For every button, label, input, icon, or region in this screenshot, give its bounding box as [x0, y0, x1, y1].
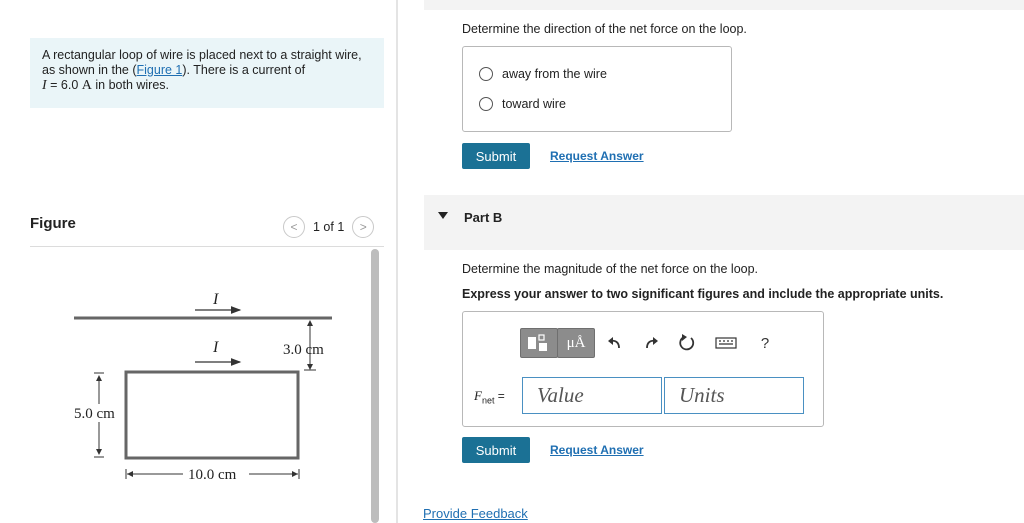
option-away-label: away from the wire: [502, 67, 607, 81]
part-a-question: Determine the direction of the net force…: [462, 22, 747, 36]
figure-pager: < 1 of 1 >: [283, 216, 375, 238]
fnet-subscript: net: [481, 395, 495, 406]
part-b-header[interactable]: [424, 195, 1024, 250]
figure-divider: [30, 246, 384, 247]
loop-wire-figure: I I 3.0 cm 5.0 cm 10.0 cm: [72, 291, 332, 483]
radio-toward[interactable]: [479, 97, 493, 111]
caret-down-icon[interactable]: [438, 212, 448, 219]
height-dimension-label: 5.0 cm: [74, 406, 115, 422]
problem-text-3: in both wires.: [91, 78, 170, 92]
fnet-symbol: F: [474, 388, 482, 403]
problem-statement: A rectangular loop of wire is placed nex…: [30, 38, 384, 108]
part-a-options: away from the wire toward wire: [462, 46, 732, 132]
provide-feedback-link[interactable]: Provide Feedback: [423, 506, 528, 521]
part-a-header-band: [424, 0, 1024, 10]
keyboard-button[interactable]: [705, 328, 747, 358]
equation-toolbar: μÅ ?: [520, 328, 783, 358]
part-a-submit-button[interactable]: Submit: [462, 143, 530, 169]
redo-icon: [646, 337, 658, 349]
next-figure-button[interactable]: >: [352, 216, 375, 238]
fnet-equals: =: [494, 389, 505, 403]
keyboard-icon: [715, 337, 737, 349]
option-toward[interactable]: toward wire: [479, 97, 566, 111]
current-unit: A: [81, 78, 92, 93]
reset-button[interactable]: [669, 328, 705, 358]
figure-title: Figure: [30, 215, 76, 232]
gap-dimension-label: 3.0 cm: [283, 342, 324, 358]
value-input[interactable]: Value: [522, 377, 662, 414]
current-label-top: I: [212, 291, 219, 308]
units-button[interactable]: μÅ: [557, 328, 595, 358]
undo-icon: [608, 337, 620, 349]
current-label-loop: I: [212, 339, 219, 356]
reset-icon: [679, 334, 695, 351]
chevron-left-icon: <: [290, 220, 298, 234]
templates-button[interactable]: [520, 328, 558, 358]
part-b-request-answer-link[interactable]: Request Answer: [550, 443, 644, 457]
part-b-question: Determine the magnitude of the net force…: [462, 262, 759, 276]
option-toward-label: toward wire: [502, 97, 566, 111]
figure-link[interactable]: Figure 1: [137, 63, 183, 77]
column-divider: [396, 0, 398, 523]
redo-button[interactable]: [633, 328, 669, 358]
part-b-title: Part B: [464, 210, 503, 225]
chevron-right-icon: >: [359, 220, 367, 234]
prev-figure-button[interactable]: <: [283, 216, 305, 238]
current-value: = 6.0: [46, 78, 82, 92]
option-away[interactable]: away from the wire: [479, 67, 607, 81]
problem-text-2: ). There is a current of: [182, 63, 306, 77]
units-input[interactable]: Units: [664, 377, 804, 414]
width-dimension-label: 10.0 cm: [188, 467, 237, 483]
undo-button[interactable]: [597, 328, 633, 358]
figure-page-count: 1 of 1: [313, 220, 345, 234]
fnet-label: Fnet =: [474, 388, 505, 405]
part-a-request-answer-link[interactable]: Request Answer: [550, 149, 644, 163]
part-b-submit-button[interactable]: Submit: [462, 437, 530, 463]
figure-scrollbar[interactable]: [371, 249, 379, 523]
templates-icon: [528, 334, 547, 351]
part-b-instruction: Express your answer to two significant f…: [462, 287, 944, 301]
radio-away[interactable]: [479, 67, 493, 81]
rectangular-loop: [124, 370, 300, 460]
help-button[interactable]: ?: [747, 328, 783, 358]
